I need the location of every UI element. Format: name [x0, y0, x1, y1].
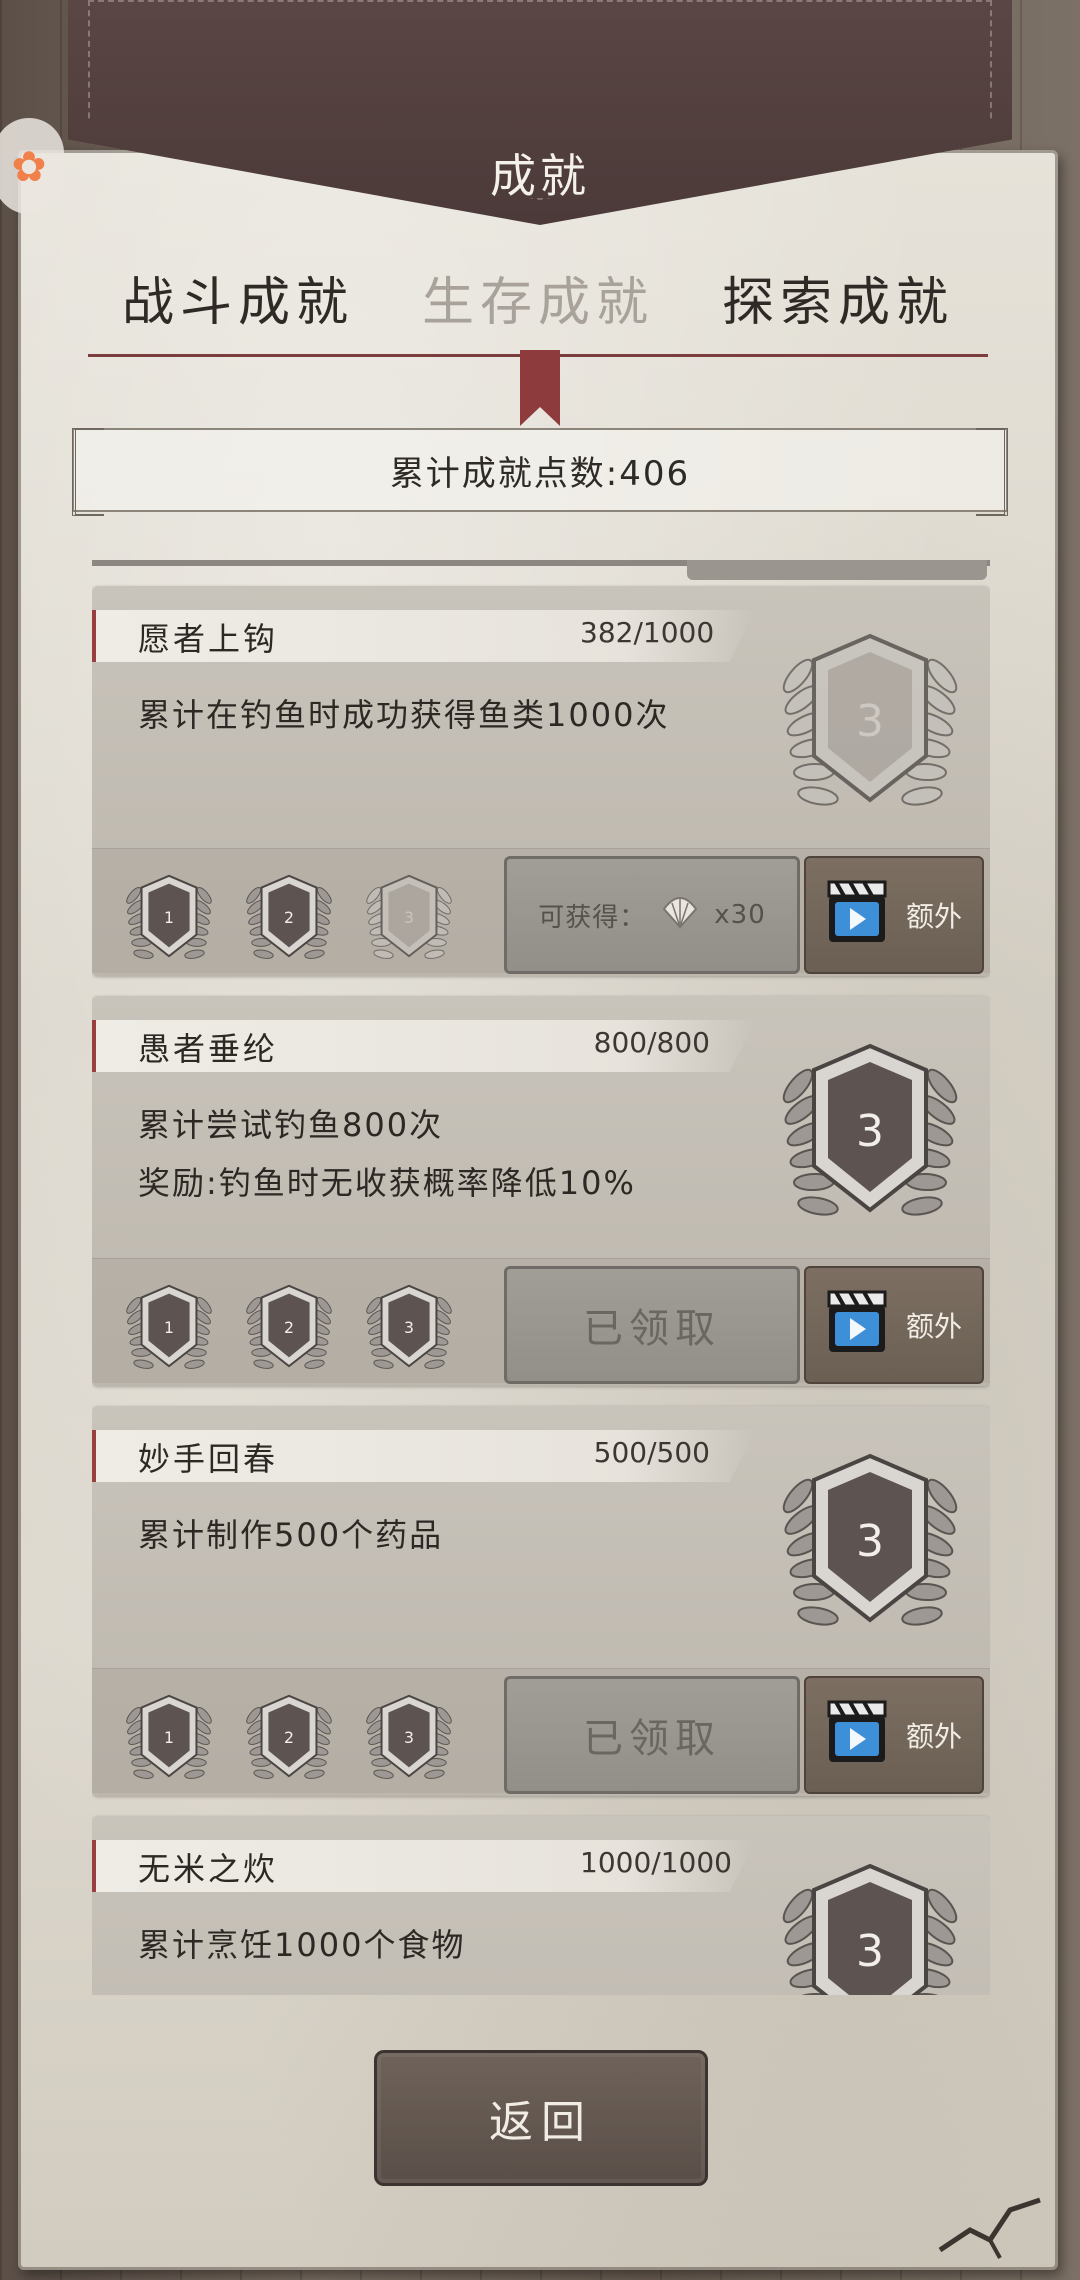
achievement-description: 累计烹饪1000个食物	[138, 1926, 466, 1964]
svg-text:3: 3	[856, 1926, 884, 1977]
extra-reward-video-button[interactable]: 额外	[804, 1676, 984, 1794]
video-clapper-icon	[826, 1698, 888, 1773]
achievement-list[interactable]: 愿者上钩 382/1000 累计在钓鱼时成功获得鱼类1000次 3 1 2 3 可获…	[92, 560, 990, 1995]
svg-text:3: 3	[404, 1728, 414, 1747]
achievement-description: 累计在钓鱼时成功获得鱼类1000次	[138, 696, 670, 734]
achievement-description: 累计制作500个药品	[138, 1516, 444, 1554]
laurel-badge-icon: 1	[120, 1276, 218, 1376]
claimed-button[interactable]: 已领取	[504, 1676, 800, 1794]
extra-label: 额外	[905, 1720, 962, 1753]
laurel-badge-icon: 3	[360, 866, 458, 966]
laurel-badge-icon: 3	[360, 1686, 458, 1786]
achievement-name: 愚者垂纶	[138, 1030, 279, 1068]
achievement-card: 愿者上钩 382/1000 累计在钓鱼时成功获得鱼类1000次 3 1 2 3 可获…	[92, 586, 990, 976]
video-clapper-icon	[826, 1288, 888, 1363]
achievement-name: 无米之炊	[138, 1850, 279, 1888]
tab-bar: 战斗成就 生存成就 探索成就	[88, 260, 988, 340]
achievement-name: 愿者上钩	[138, 620, 279, 658]
laurel-badge-icon: 1	[120, 866, 218, 966]
achievement-progress: 1000/1000	[580, 1846, 732, 1879]
svg-text:3: 3	[856, 1516, 884, 1567]
extra-label: 额外	[905, 900, 962, 933]
svg-text:3: 3	[404, 1318, 414, 1337]
svg-text:3: 3	[856, 696, 884, 747]
laurel-badge-icon: 1	[120, 1686, 218, 1786]
svg-text:2: 2	[284, 1728, 294, 1747]
laurel-badge-icon: 2	[240, 1276, 338, 1376]
achievement-points-text: 累计成就点数:406	[389, 453, 691, 494]
svg-text:1: 1	[164, 1728, 174, 1747]
achievement-name: 妙手回春	[138, 1440, 279, 1478]
svg-text:2: 2	[284, 1318, 294, 1337]
laurel-badge-icon: 3	[770, 1026, 970, 1236]
laurel-badge-icon: 3	[360, 1276, 458, 1376]
svg-text:1: 1	[164, 908, 174, 927]
tab-combat[interactable]: 战斗成就	[88, 260, 388, 340]
claim-reward-button[interactable]: 可获得： x30	[504, 856, 800, 974]
svg-text:1: 1	[164, 1318, 174, 1337]
laurel-badge-icon: 3	[770, 1436, 970, 1646]
list-top-tab	[687, 560, 987, 580]
achievement-card: 愚者垂纶 800/800 累计尝试钓鱼800次 奖励:钓鱼时无收获概率降低10% 3…	[92, 996, 990, 1386]
reward-amount: x30	[714, 900, 766, 930]
video-clapper-icon	[826, 878, 888, 953]
laurel-badge-icon: 2	[240, 1686, 338, 1786]
page-title: 成就	[490, 149, 590, 203]
tier-badges: 1 2 3	[120, 1686, 458, 1786]
claimed-button[interactable]: 已领取	[504, 1266, 800, 1384]
achievement-card: 妙手回春 500/500 累计制作500个药品 3 1 2 3 已领取 额外	[92, 1406, 990, 1796]
achievement-description: 累计尝试钓鱼800次 奖励:钓鱼时无收获概率降低10%	[138, 1106, 636, 1202]
svg-text:3: 3	[404, 908, 414, 927]
back-button[interactable]: 返回	[374, 2050, 708, 2186]
extra-reward-video-button[interactable]: 额外	[804, 856, 984, 974]
achievement-points-panel: 累计成就点数:406	[72, 428, 1008, 516]
shell-icon	[660, 893, 700, 937]
achievement-progress: 382/1000	[580, 616, 715, 649]
branch-decoration-icon	[938, 2197, 1041, 2259]
flower-icon: ✿	[11, 141, 47, 191]
reward-prefix: 可获得：	[538, 902, 647, 933]
extra-reward-video-button[interactable]: 额外	[804, 1266, 984, 1384]
tier-badges: 1 2 3	[120, 866, 458, 966]
svg-text:3: 3	[856, 1106, 884, 1157]
achievement-progress: 800/800	[593, 1026, 710, 1059]
tab-explore[interactable]: 探索成就	[688, 260, 988, 340]
achievement-card: 无米之炊 1000/1000 累计烹饪1000个食物 3	[92, 1816, 990, 1995]
laurel-badge-icon: 3	[770, 1846, 970, 1995]
extra-label: 额外	[905, 1310, 962, 1343]
laurel-badge-icon: 3	[770, 616, 970, 826]
laurel-badge-icon: 2	[240, 866, 338, 966]
floating-app-bubble[interactable]: ✿	[0, 118, 64, 214]
tab-survival[interactable]: 生存成就	[388, 260, 688, 340]
tier-badges: 1 2 3	[120, 1276, 458, 1376]
svg-text:2: 2	[284, 908, 294, 927]
achievement-progress: 500/500	[593, 1436, 710, 1469]
